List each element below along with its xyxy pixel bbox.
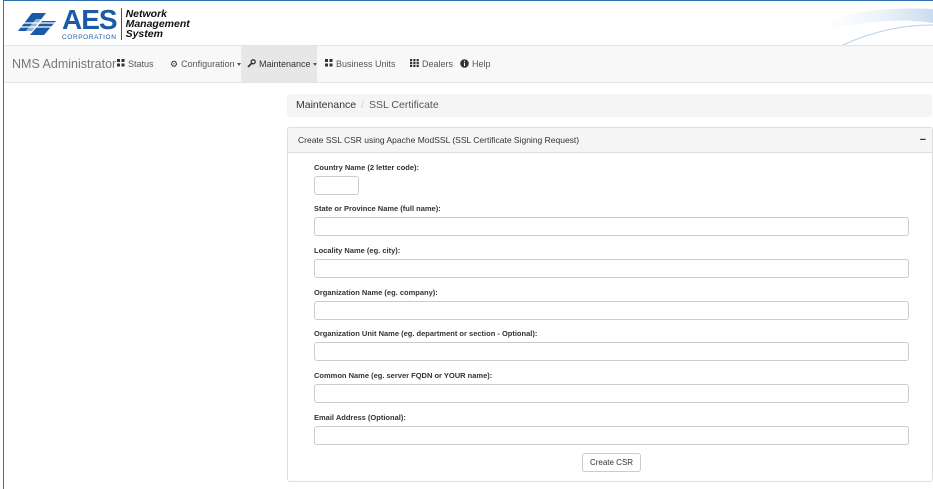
country-name-label: Country Name (2 letter code): — [314, 163, 420, 172]
organization-name-label: Organization Name (eg. company): — [314, 288, 438, 297]
breadcrumb-item-ssl-certificate: SSL Certificate — [369, 99, 439, 111]
aes-logo-icon — [18, 13, 58, 35]
nav-help[interactable]: Help — [454, 46, 497, 82]
breadcrumb: Maintenance / SSL Certificate — [287, 94, 932, 117]
nav-status[interactable]: Status — [111, 46, 160, 82]
nav-business-units-label: Business Units — [336, 59, 396, 69]
common-name-label: Common Name (eg. server FQDN or YOUR nam… — [314, 371, 493, 380]
breadcrumb-separator: / — [361, 99, 365, 111]
nav-maintenance-label: Maintenance — [259, 59, 311, 69]
nav-help-label: Help — [472, 59, 491, 69]
logo-divider — [120, 8, 122, 40]
navbar-brand[interactable]: NMS Administrator — [12, 57, 116, 71]
grid-icon — [117, 59, 125, 69]
nav-status-label: Status — [128, 59, 154, 69]
locality-name-input[interactable] — [314, 259, 909, 278]
panel-heading: Create SSL CSR using Apache ModSSL (SSL … — [288, 128, 932, 153]
country-name-input[interactable] — [314, 176, 359, 195]
create-csr-button[interactable]: Create CSR — [582, 453, 641, 472]
company-logo[interactable]: AES CORPORATION Network Management Syste… — [16, 5, 190, 43]
nav-maintenance[interactable]: Maintenance — [241, 46, 317, 82]
header-swoosh-graphic — [803, 8, 933, 45]
nav-configuration[interactable]: ⚙ Configuration — [164, 46, 247, 82]
locality-name-label: Locality Name (eg. city): — [314, 246, 401, 255]
csr-panel: Create SSL CSR using Apache ModSSL (SSL … — [287, 127, 933, 482]
nav-dealers[interactable]: Dealers — [404, 46, 459, 82]
breadcrumb-item-maintenance[interactable]: Maintenance — [296, 99, 356, 111]
nav-dealers-label: Dealers — [422, 59, 454, 69]
collapse-icon[interactable]: − — [920, 128, 926, 152]
common-name-input[interactable] — [314, 384, 909, 403]
panel-title: Create SSL CSR using Apache ModSSL (SSL … — [298, 135, 580, 145]
nav-configuration-label: Configuration — [181, 59, 235, 69]
nav-business-units[interactable]: Business Units — [319, 46, 402, 82]
organization-name-input[interactable] — [314, 301, 909, 320]
system-name: Network Management System — [125, 9, 190, 40]
state-province-label: State or Province Name (full name): — [314, 204, 441, 213]
system-name-line3: System — [125, 28, 163, 40]
email-address-input[interactable] — [314, 426, 909, 445]
email-address-label: Email Address (Optional): — [314, 413, 406, 422]
main-navbar: NMS Administrator Status ⚙ Configuration… — [4, 45, 933, 83]
organization-unit-label: Organization Unit Name (eg. department o… — [314, 329, 538, 338]
chevron-down-icon — [312, 62, 317, 66]
app-header: AES CORPORATION Network Management Syste… — [4, 1, 933, 45]
logo-wordmark: AES CORPORATION — [62, 4, 118, 42]
logo-aes-text: AES — [62, 4, 118, 35]
grid-icon — [325, 59, 333, 69]
list-grid-icon — [410, 59, 419, 69]
logo-corporation-text: CORPORATION — [62, 34, 117, 41]
info-icon — [460, 58, 469, 70]
organization-unit-input[interactable] — [314, 342, 909, 361]
wrench-icon — [247, 58, 256, 70]
state-province-input[interactable] — [314, 217, 909, 236]
gear-icon: ⚙ — [170, 58, 179, 69]
